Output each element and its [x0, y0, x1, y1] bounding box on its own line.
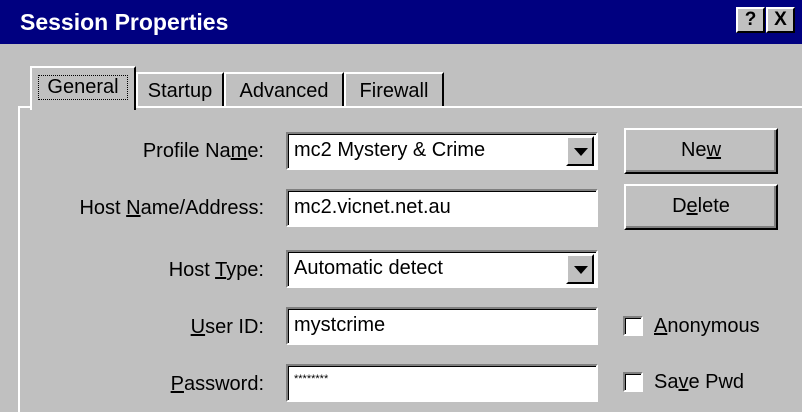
- host-type-dropdown-button[interactable]: [566, 254, 594, 284]
- tab-general-label: General: [38, 75, 128, 100]
- password-input[interactable]: ********: [286, 364, 598, 402]
- password-label: Password:: [170, 373, 264, 395]
- title-bar[interactable]: Session Properties ? X: [0, 0, 802, 44]
- host-type-combo[interactable]: Automatic detect: [286, 250, 598, 288]
- password-value: ********: [294, 373, 329, 385]
- chevron-down-icon: [574, 148, 588, 156]
- host-type-label: Host Type:: [168, 259, 264, 281]
- save-pwd-checkbox[interactable]: [623, 372, 643, 392]
- anonymous-label[interactable]: Anonymous: [654, 314, 760, 338]
- new-button[interactable]: New: [624, 128, 778, 174]
- tab-advanced[interactable]: Advanced: [224, 72, 344, 108]
- save-pwd-label[interactable]: Save Pwd: [654, 370, 744, 394]
- help-button[interactable]: ?: [736, 7, 765, 33]
- host-type-value: Automatic detect: [294, 257, 443, 279]
- host-name-value: mc2.vicnet.net.au: [294, 196, 451, 218]
- profile-name-label: Profile Name:: [142, 140, 264, 162]
- host-name-label: Host Name/Address:: [79, 197, 264, 219]
- close-button[interactable]: X: [766, 7, 795, 33]
- delete-button[interactable]: Delete: [624, 184, 778, 230]
- profile-name-value: mc2 Mystery & Crime: [294, 139, 486, 161]
- tab-firewall-label: Firewall: [359, 80, 429, 102]
- user-id-value: mystcrime: [294, 314, 386, 336]
- tab-startup-label: Startup: [147, 80, 213, 102]
- user-id-label: User ID:: [190, 316, 264, 338]
- profile-name-combo[interactable]: mc2 Mystery & Crime: [286, 132, 598, 170]
- session-properties-window: Session Properties ? X General Startup A…: [0, 0, 802, 412]
- tab-firewall[interactable]: Firewall: [344, 72, 444, 108]
- anonymous-checkbox[interactable]: [623, 316, 643, 336]
- tab-startup[interactable]: Startup: [136, 72, 224, 108]
- profile-name-dropdown-button[interactable]: [566, 136, 594, 166]
- user-id-input[interactable]: mystcrime: [286, 307, 598, 345]
- tab-advanced-label: Advanced: [239, 80, 329, 102]
- tab-general[interactable]: General: [30, 66, 136, 110]
- window-title: Session Properties: [20, 9, 229, 35]
- tab-strip: General Startup Advanced Firewall: [0, 44, 802, 110]
- host-name-input[interactable]: mc2.vicnet.net.au: [286, 189, 598, 227]
- chevron-down-icon: [574, 266, 588, 274]
